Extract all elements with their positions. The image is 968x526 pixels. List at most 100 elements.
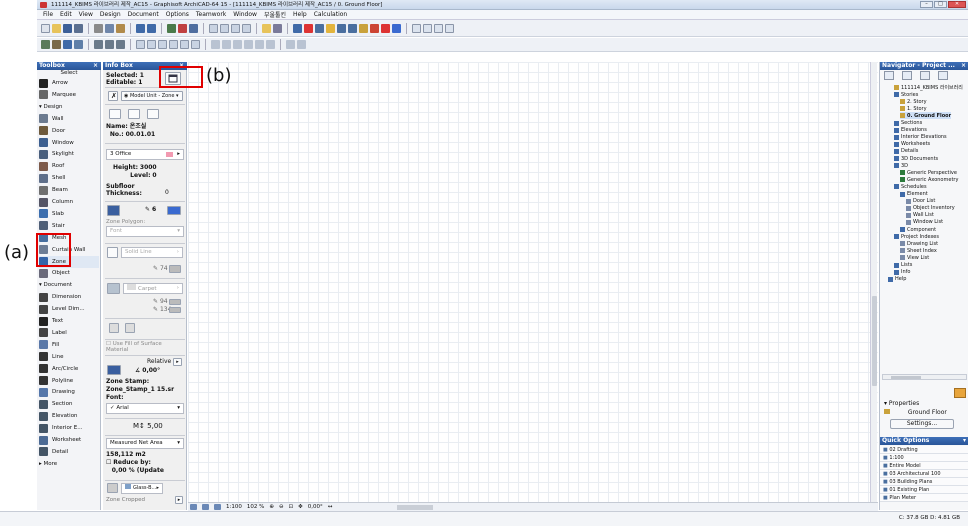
toolbox-section-design[interactable]: ▾ Design xyxy=(39,101,99,113)
menu-view[interactable]: View xyxy=(79,11,93,18)
tree-item-details[interactable]: Details xyxy=(894,148,918,155)
text-rotation-icon[interactable] xyxy=(107,365,121,375)
layout-book-nav-icon[interactable] xyxy=(920,71,930,80)
calculate-icon[interactable] xyxy=(94,40,103,49)
zone-number-value[interactable]: 00.01.01 xyxy=(126,131,156,138)
unlock-icon[interactable] xyxy=(222,40,231,49)
tool-polyline[interactable]: Polyline xyxy=(39,375,99,387)
reduce-by-checkbox[interactable]: Reduce by: xyxy=(113,459,151,466)
menu-design[interactable]: Design xyxy=(100,11,121,18)
reduce-value[interactable]: 0,00 % (Update xyxy=(112,467,164,474)
quick-options-collapse-icon[interactable]: ▾ xyxy=(963,437,966,445)
tool-label[interactable]: Label xyxy=(39,327,99,339)
quick-option-item[interactable]: ■ 1:100 xyxy=(880,454,968,462)
tool-roof[interactable]: Roof xyxy=(39,160,99,172)
cover-fill-icon[interactable] xyxy=(125,323,135,333)
align-right-icon[interactable] xyxy=(158,40,167,49)
tool-slab[interactable]: Slab xyxy=(39,208,99,220)
menu-teamwork[interactable]: Teamwork xyxy=(196,11,226,18)
tree-item-help[interactable]: Help xyxy=(888,276,906,283)
tree-item-element[interactable]: Element xyxy=(900,191,928,198)
quick-option-item[interactable]: ■ 03 Architectural 100 xyxy=(880,470,968,478)
pen-tool-icon[interactable] xyxy=(178,23,187,33)
tree-item-sections[interactable]: Sections xyxy=(894,120,922,127)
surface-material-dropdown[interactable]: Glass-B... ▸ xyxy=(121,483,163,494)
tree-item-door-list[interactable]: Door List xyxy=(906,198,935,205)
quick-option-item[interactable]: ■ 02 Drafting xyxy=(880,446,968,454)
elevation-view-icon[interactable] xyxy=(348,23,357,33)
distribute-icon[interactable] xyxy=(169,40,178,49)
lock-icon[interactable] xyxy=(211,40,220,49)
zoom-in-icon[interactable]: ⊕ xyxy=(269,504,274,510)
tool-arc-circle[interactable]: Arc/Circle xyxy=(39,363,99,375)
tool-section[interactable]: Section xyxy=(39,398,99,410)
tree-item-worksheets[interactable]: Worksheets xyxy=(894,141,930,148)
menu-help[interactable]: Help xyxy=(293,11,307,18)
send-back-icon[interactable] xyxy=(244,40,253,49)
tool-door[interactable]: Door xyxy=(39,125,99,137)
tree-item-111114-kbims[interactable]: 111114_KBIMS 라이브러리 xyxy=(894,84,963,91)
tree-item-generic-axonometry[interactable]: Generic Axonometry xyxy=(900,176,958,183)
tree-item-lists[interactable]: Lists xyxy=(894,262,912,269)
view-map-icon[interactable] xyxy=(902,71,912,80)
zone-category-dropdown[interactable]: 3 Office ▸ xyxy=(106,149,184,160)
group-icon[interactable] xyxy=(180,40,189,49)
navigator-settings-icon[interactable] xyxy=(954,388,966,398)
pen-color-button[interactable] xyxy=(167,206,181,215)
zone-stamp-value[interactable]: Zone_Stamp_1 15.sr xyxy=(106,386,174,393)
zone-name-value[interactable]: 온조실 xyxy=(130,123,147,130)
tree-item-wall-list[interactable]: Wall List xyxy=(906,212,934,219)
tree-item-1-story[interactable]: 1. Story xyxy=(900,105,927,112)
link-icon[interactable] xyxy=(445,23,454,33)
tool-text[interactable]: Text xyxy=(39,315,99,327)
stamp-font-dropdown[interactable]: ✓ Arial ▾ xyxy=(106,403,184,414)
align-center-icon[interactable] xyxy=(147,40,156,49)
tree-item-drawing-list[interactable]: Drawing List xyxy=(900,240,938,247)
publisher-icon[interactable] xyxy=(423,23,432,33)
tool-wall[interactable]: Wall xyxy=(39,113,99,125)
navigator-horizontal-scrollbar[interactable] xyxy=(882,374,967,380)
pick-up-parameters-button[interactable]: ✗ xyxy=(108,91,118,101)
ungroup-icon[interactable] xyxy=(191,40,200,49)
section-view-icon[interactable] xyxy=(337,23,346,33)
relative-toggle-button[interactable]: ▸ xyxy=(173,358,182,366)
tree-item-view-list[interactable]: View List xyxy=(900,254,929,261)
tool-drawing[interactable]: Drawing xyxy=(39,386,99,398)
floor-plan-display-icon[interactable] xyxy=(107,205,120,216)
folder-icon[interactable] xyxy=(359,23,368,33)
pan-icon[interactable]: ✥ xyxy=(298,504,303,510)
lamp-icon[interactable] xyxy=(326,23,335,33)
project-map-icon[interactable] xyxy=(884,71,894,80)
scale-icon[interactable] xyxy=(202,504,209,510)
tree-item-3d-documents[interactable]: 3D Documents xyxy=(894,155,938,162)
new-file-icon[interactable] xyxy=(41,23,50,33)
zoom-percent[interactable]: 102 % xyxy=(247,504,264,510)
zone-geometry-rectangle-icon[interactable] xyxy=(109,109,121,119)
tool-worksheet[interactable]: Worksheet xyxy=(39,434,99,446)
tree-item-interior-elevations[interactable]: Interior Elevations xyxy=(894,134,947,141)
minimize-button[interactable]: – xyxy=(920,1,933,8)
maximize-button[interactable]: □ xyxy=(934,1,947,8)
structure-icon[interactable] xyxy=(52,40,61,49)
tree-item-window-list[interactable]: Window List xyxy=(906,219,943,226)
fill-background-color-button[interactable] xyxy=(169,307,181,313)
open-file-icon[interactable] xyxy=(52,23,61,33)
delete-icon[interactable] xyxy=(304,23,313,33)
tree-item-stories[interactable]: Stories xyxy=(894,91,918,98)
tree-item-sheet-index[interactable]: Sheet Index xyxy=(900,247,937,254)
quick-option-item[interactable]: ■ 03 Building Plans xyxy=(880,478,968,486)
menu-document[interactable]: Document xyxy=(128,11,159,18)
tree-item-object-inventory[interactable]: Object Inventory xyxy=(906,205,955,212)
menu-addon[interactable]: 부울툴킨 xyxy=(264,10,286,19)
stories-toolbar-icon[interactable] xyxy=(63,40,72,49)
tool-beam[interactable]: Beam xyxy=(39,184,99,196)
navigator-close-icon[interactable]: × xyxy=(961,62,966,70)
quick-option-item[interactable]: ■ Plan Meter xyxy=(880,494,968,502)
line-type-icon[interactable] xyxy=(107,247,118,258)
dimension-standard-icon[interactable] xyxy=(214,504,221,510)
fit-window-icon[interactable]: ⊡ xyxy=(289,504,294,510)
tree-item-3d[interactable]: 3D xyxy=(894,162,908,169)
save-icon[interactable] xyxy=(63,23,72,33)
zone-geometry-auto-icon[interactable] xyxy=(147,109,159,119)
paste-icon[interactable] xyxy=(116,23,125,33)
